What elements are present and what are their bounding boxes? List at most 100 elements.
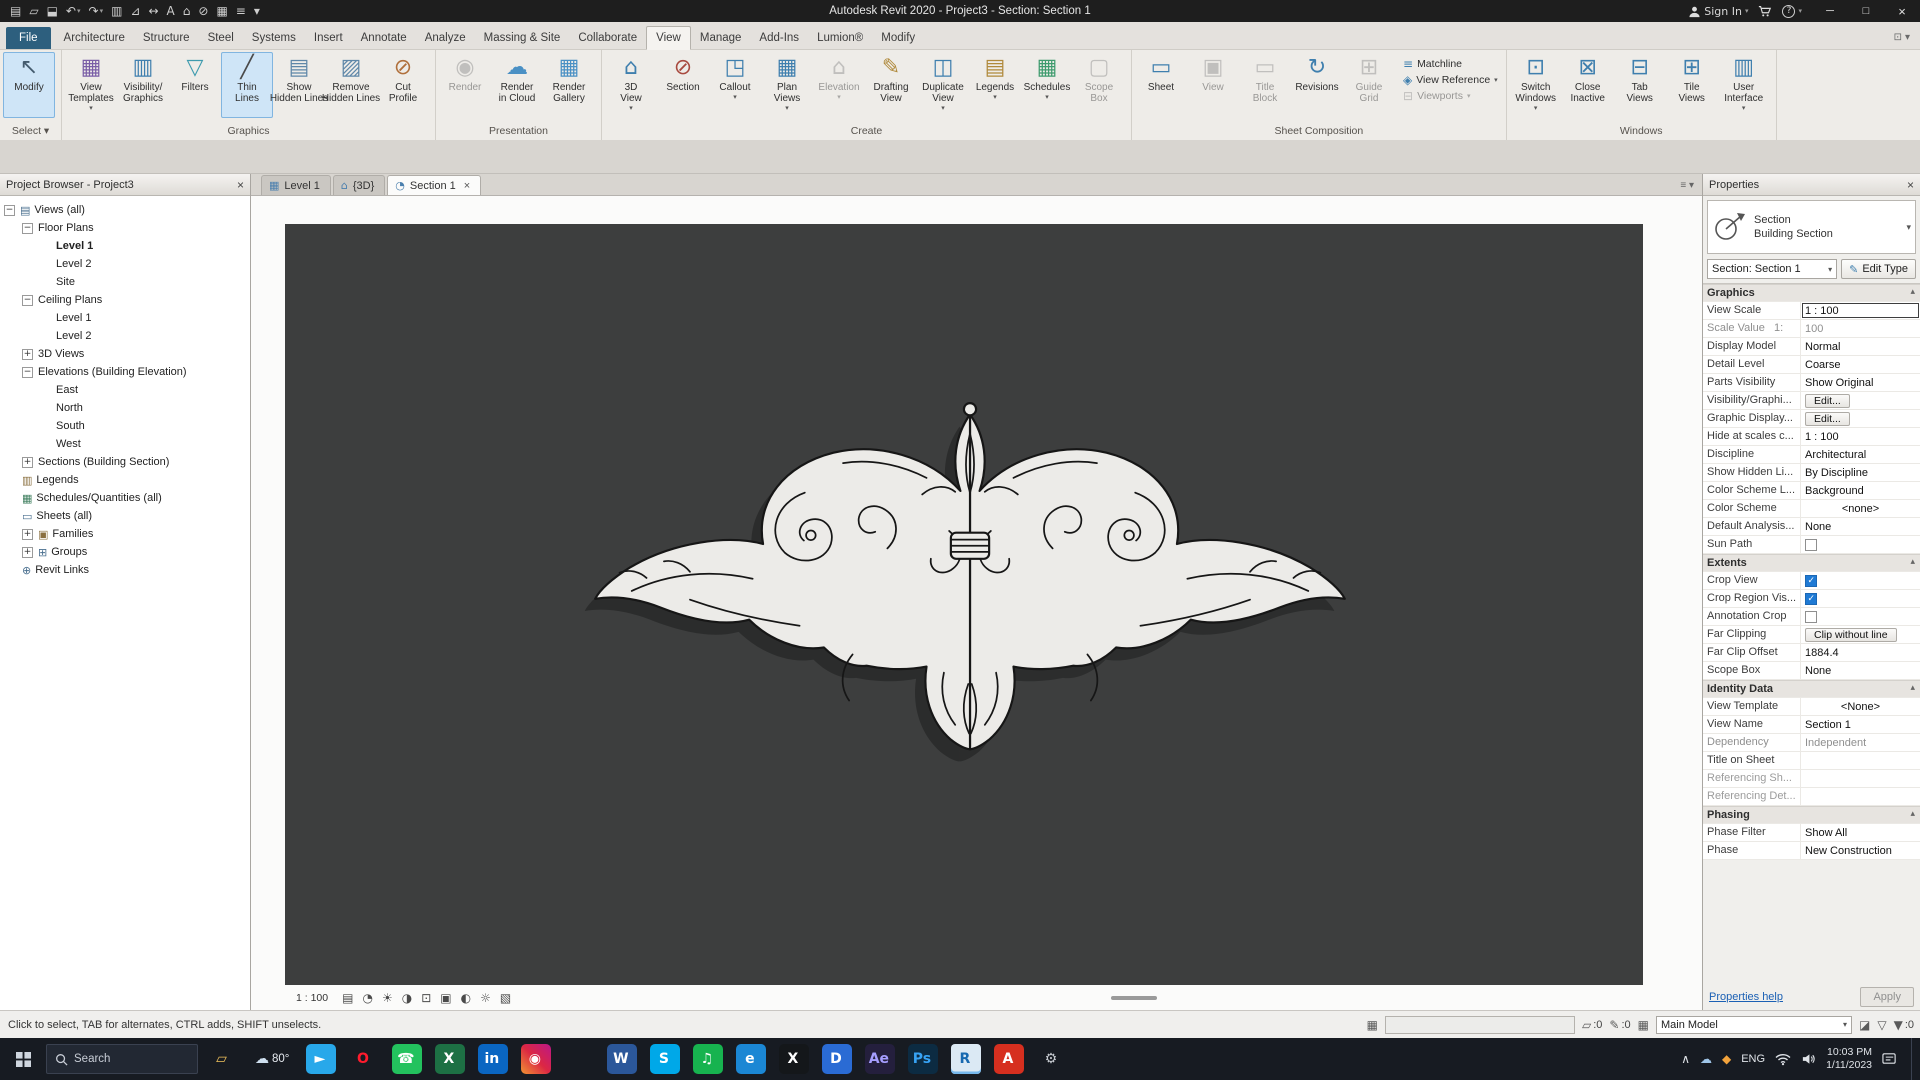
status-badge[interactable]: ✎ :0 [1609, 1018, 1630, 1032]
tree-item[interactable]: + Sections (Building Section) [0, 453, 250, 471]
property-row[interactable]: Dependency Independent [1703, 734, 1920, 752]
close-button[interactable]: × [1884, 0, 1920, 22]
property-value[interactable]: Edit... [1801, 410, 1920, 427]
property-value[interactable]: New Construction [1801, 842, 1920, 859]
horizontal-scrollbar-thumb[interactable] [1111, 996, 1157, 1000]
property-value[interactable]: Show All [1801, 824, 1920, 841]
customize-qat[interactable]: ▾ [254, 5, 260, 17]
skype[interactable]: S [650, 1044, 681, 1074]
property-row[interactable]: Identity Data ▴ [1703, 680, 1920, 698]
ribbon-button[interactable]: ☁ Render in Cloud [491, 52, 543, 118]
ribbon-tab[interactable]: Massing & Site [475, 27, 570, 49]
close-tab-icon[interactable]: × [464, 180, 470, 192]
property-row[interactable]: Phasing ▴ [1703, 806, 1920, 824]
view-control-icon[interactable]: ☼ [480, 991, 491, 1005]
property-row[interactable]: Extents ▴ [1703, 554, 1920, 572]
minimize-button[interactable]: ─ [1812, 0, 1848, 22]
property-value[interactable]: Architectural [1801, 446, 1920, 463]
file-explorer[interactable]: ▱ [208, 1044, 238, 1074]
ribbon-small-button[interactable]: ⊟ Viewports ▾ [1398, 88, 1503, 104]
property-value[interactable] [1801, 608, 1920, 625]
property-value[interactable]: Independent [1801, 734, 1920, 751]
property-row[interactable]: Graphics ▴ [1703, 284, 1920, 302]
section-collapse-icon[interactable]: ▴ [1905, 681, 1920, 697]
close-icon[interactable]: × [1907, 178, 1914, 192]
tree-item[interactable]: − Floor Plans [0, 219, 250, 237]
ribbon-state-toggle[interactable]: ⊡ ▾ [1884, 32, 1920, 49]
ribbon-button[interactable]: ▥ User Interface ▾ [1718, 52, 1770, 118]
section-collapse-icon[interactable]: ▴ [1905, 285, 1920, 301]
taskbar-clock[interactable]: 10:03 PM 1/11/2023 [1826, 1046, 1872, 1072]
tree-item[interactable]: ⊕ Revit Links [0, 561, 250, 579]
tree-item[interactable]: + ⊞ Groups [0, 543, 250, 561]
property-value[interactable]: Edit... [1801, 392, 1920, 409]
app-store-button[interactable] [1758, 4, 1772, 18]
tree-item[interactable]: − ▤ Views (all) [0, 201, 250, 219]
property-value[interactable]: 1 : 100 [1801, 428, 1920, 445]
thin-lines[interactable]: ▦ [216, 5, 227, 17]
after-effects[interactable]: Ae [865, 1044, 896, 1074]
ribbon-button[interactable]: ▤ Legends ▾ [969, 52, 1021, 118]
photoshop[interactable]: Ps [908, 1044, 939, 1074]
linkedin[interactable]: in [478, 1044, 509, 1074]
tree-item[interactable]: South [0, 417, 250, 435]
aligned-dimension[interactable]: ↔ [148, 5, 158, 17]
property-row[interactable]: View Scale 1 : 100 [1703, 302, 1920, 320]
property-row[interactable]: Phase Filter Show All [1703, 824, 1920, 842]
filter-count-badge[interactable]: ▼ :0 [1894, 1018, 1914, 1032]
ribbon-button[interactable]: ↻ Revisions [1291, 52, 1343, 118]
whatsapp[interactable]: ☎ [392, 1044, 423, 1074]
property-row[interactable]: Parts Visibility Show Original [1703, 374, 1920, 392]
tree-expander-icon[interactable]: + [22, 528, 33, 540]
property-row[interactable]: Annotation Crop [1703, 608, 1920, 626]
ribbon-button[interactable]: ▭ Title Block [1239, 52, 1291, 118]
tree-expander-icon[interactable]: + [22, 456, 33, 468]
undo[interactable]: ↶ ▾ [66, 5, 81, 17]
ribbon-tab[interactable]: Add-Ins [750, 27, 808, 49]
start-button[interactable] [0, 1038, 46, 1080]
property-value[interactable]: Background [1801, 482, 1920, 499]
tree-item[interactable]: East [0, 381, 250, 399]
view-control-icon[interactable]: ⊡ [421, 991, 431, 1005]
worksets-icon[interactable]: ▦ [1367, 1018, 1378, 1032]
ribbon-button[interactable]: ⊞ Guide Grid [1343, 52, 1395, 118]
ribbon-button[interactable]: ↖ Modify [3, 52, 55, 118]
ribbon-panel-label[interactable]: Select ▾ [0, 124, 61, 140]
close-hidden[interactable]: ≡ [236, 5, 246, 17]
ribbon-tab[interactable]: View [646, 26, 691, 50]
property-row[interactable]: Color Scheme L... Background [1703, 482, 1920, 500]
menu[interactable]: ▤ [10, 5, 21, 17]
property-value[interactable]: None [1801, 662, 1920, 679]
ribbon-button[interactable]: ✎ Drafting View [865, 52, 917, 118]
file-tab[interactable]: File [6, 27, 51, 49]
property-row[interactable]: Show Hidden Li... By Discipline [1703, 464, 1920, 482]
tree-item[interactable]: − Ceiling Plans [0, 291, 250, 309]
tree-expander-icon[interactable]: − [22, 366, 33, 378]
property-row[interactable]: Crop Region Vis... [1703, 590, 1920, 608]
selection-option-icon[interactable]: ▽ [1877, 1018, 1886, 1032]
property-row[interactable]: Far Clipping Clip without line [1703, 626, 1920, 644]
tree-item[interactable]: + 3D Views [0, 345, 250, 363]
section-collapse-icon[interactable]: ▴ [1905, 555, 1920, 571]
tree-expander-icon[interactable]: − [22, 222, 33, 234]
tray-expand[interactable]: ∧ [1681, 1052, 1690, 1066]
property-checkbox[interactable] [1805, 610, 1817, 623]
properties-help-link[interactable]: Properties help [1709, 991, 1783, 1003]
antivirus[interactable]: ◆ [1722, 1052, 1731, 1066]
ribbon-button[interactable]: ▨ Remove Hidden Lines [322, 52, 380, 118]
tab-overflow-icon[interactable]: ≡ ▾ [1672, 180, 1702, 195]
ribbon-panel-label[interactable]: Windows [1507, 124, 1776, 140]
acrobat[interactable]: A [994, 1044, 1025, 1074]
section-collapse-icon[interactable]: ▴ [1905, 807, 1920, 823]
close-icon[interactable]: × [237, 178, 244, 192]
property-value[interactable]: Show Original [1801, 374, 1920, 391]
tree-expander-icon[interactable]: − [22, 294, 33, 306]
ribbon-button[interactable]: ▦ Plan Views ▾ [761, 52, 813, 118]
ribbon-tab[interactable]: Manage [691, 27, 751, 49]
property-row[interactable]: Phase New Construction [1703, 842, 1920, 860]
properties-header[interactable]: Properties × [1703, 174, 1920, 196]
property-row[interactable]: View Name Section 1 [1703, 716, 1920, 734]
spotify[interactable]: ♫ [693, 1044, 724, 1074]
property-checkbox[interactable] [1805, 538, 1817, 551]
view-control-icon[interactable]: ☀ [382, 991, 393, 1005]
